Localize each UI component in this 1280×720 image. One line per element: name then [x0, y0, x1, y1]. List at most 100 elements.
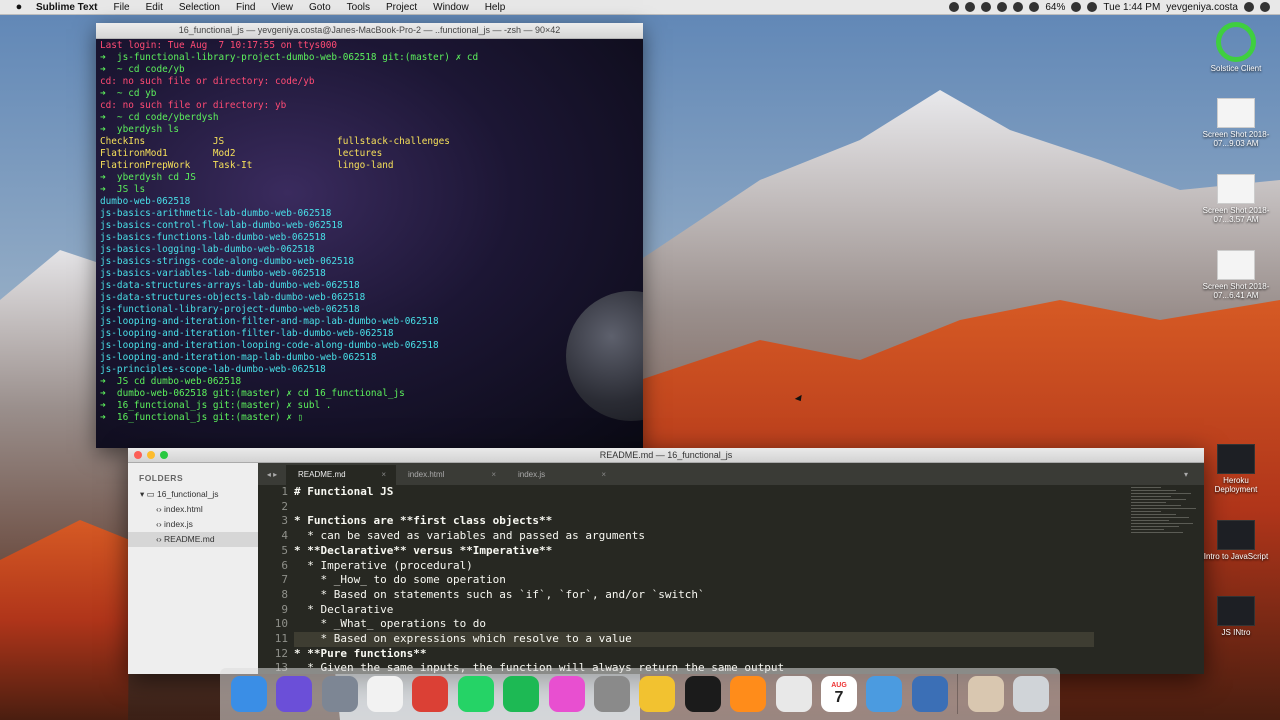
minimize-window-button[interactable]	[147, 451, 155, 459]
tab-label: index.html	[408, 470, 445, 479]
battery-percent[interactable]: 64%	[1045, 2, 1065, 13]
code-editor[interactable]: # Functional JS * Functions are **first …	[294, 485, 1094, 674]
line-number: 12	[274, 646, 288, 660]
terminal-line: ➜ JS ls	[100, 184, 146, 195]
dock-todoist-icon[interactable]	[412, 676, 449, 712]
desktop-icon-screenshot-3[interactable]: Screen Shot 2018-07...6.41 AM	[1201, 250, 1271, 300]
sidebar-file-index-js[interactable]: ‹› index.js	[128, 517, 258, 532]
dock-siri-icon[interactable]	[276, 676, 313, 712]
battery-icon[interactable]	[1071, 2, 1082, 12]
menu-selection[interactable]: Selection	[171, 2, 228, 13]
code-line[interactable]: * Imperative (procedural)	[294, 559, 1094, 574]
tab-readme[interactable]: README.md ×	[286, 465, 396, 485]
dock-whatsapp-icon[interactable]	[457, 676, 494, 712]
screenshot-thumbnail-icon	[1217, 98, 1255, 128]
siri-menubar-icon[interactable]	[1244, 2, 1254, 12]
menu-help[interactable]: Help	[477, 2, 514, 13]
dock-terminal-icon[interactable]	[684, 676, 721, 712]
sidebar-folder[interactable]: ▾ ▭ 16_functional_js	[128, 487, 258, 502]
code-line[interactable]: * _How_ to do some operation	[294, 573, 1094, 588]
sidebar-file-readme[interactable]: ‹› README.md	[128, 532, 258, 547]
dock-launchpad-icon[interactable]	[321, 676, 358, 712]
desktop-icon-solstice[interactable]: Solstice Client	[1201, 22, 1271, 73]
dock-quicktime-icon[interactable]	[911, 676, 948, 712]
sidebar-file-label: index.html	[164, 504, 203, 514]
desktop-icon-screenshot-1[interactable]: Screen Shot 2018-07...9.03 AM	[1201, 98, 1271, 148]
shield-icon[interactable]	[981, 2, 992, 12]
desktop-icon-screenshot-2[interactable]: Screen Shot 2018-07...3.57 AM	[1201, 174, 1271, 224]
sublime-window[interactable]: README.md — 16_functional_js FOLDERS ▾ ▭…	[128, 448, 1204, 674]
close-window-button[interactable]	[134, 451, 142, 459]
code-line[interactable]: * **Pure functions**	[294, 647, 1094, 662]
flag-icon[interactable]	[1087, 2, 1098, 12]
close-icon[interactable]: ×	[601, 465, 606, 485]
desktop-icon-js-intro[interactable]: JS INtro	[1201, 596, 1271, 637]
dock-sublime-text-icon[interactable]	[730, 676, 767, 712]
sublime-title: README.md — 16_functional_js	[599, 450, 733, 460]
desktop-icon-intro-js[interactable]: Intro to JavaScript	[1201, 520, 1271, 561]
apple-icon[interactable]: ●	[12, 1, 26, 13]
menu-view[interactable]: View	[263, 2, 301, 13]
line-number: 5	[281, 543, 288, 557]
dock-alfred-icon[interactable]	[866, 676, 903, 712]
zoom-window-button[interactable]	[160, 451, 168, 459]
line-number: 8	[281, 587, 288, 601]
code-line[interactable]: * **Declarative** versus **Imperative**	[294, 544, 1094, 559]
tab-nav-arrows[interactable]: ◂ ▸	[258, 465, 286, 485]
code-line[interactable]: * _What_ operations to do	[294, 617, 1094, 632]
menu-window[interactable]: Window	[425, 2, 477, 13]
sidebar-file-index-html[interactable]: ‹› index.html	[128, 502, 258, 517]
terminal-line: ➜ 16_functional_js git:(master) ✗ subl .	[100, 400, 332, 411]
code-line[interactable]	[294, 500, 1094, 515]
terminal-line: js-basics-strings-code-along-dumbo-web-0…	[100, 256, 354, 267]
menu-find[interactable]: Find	[228, 2, 263, 13]
dock-itunes-icon[interactable]	[548, 676, 585, 712]
evernote-icon[interactable]	[997, 2, 1008, 12]
close-icon[interactable]: ×	[491, 465, 496, 485]
close-icon[interactable]: ×	[381, 465, 386, 485]
record-icon[interactable]	[949, 2, 960, 12]
tab-index-html[interactable]: index.html ×	[396, 465, 506, 485]
code-line[interactable]: * Based on expressions which resolve to …	[294, 632, 1094, 647]
dock-system-preferences-icon[interactable]	[593, 676, 630, 712]
code-line[interactable]: * Functions are **first class objects**	[294, 514, 1094, 529]
dock-slides-icon[interactable]	[775, 676, 812, 712]
line-number: 9	[281, 602, 288, 616]
menu-project[interactable]: Project	[378, 2, 425, 13]
screenshot-thumbnail-icon	[1217, 596, 1255, 626]
dock-photo-icon[interactable]	[967, 676, 1004, 712]
user-name[interactable]: yevgeniya.costa	[1166, 2, 1238, 13]
notification-center-icon[interactable]	[1260, 2, 1270, 12]
menu-app-name[interactable]: Sublime Text	[26, 2, 106, 13]
terminal-line: js-basics-arithmetic-lab-dumbo-web-06251…	[100, 208, 332, 219]
dock-finder-icon[interactable]	[230, 676, 267, 712]
volume-icon[interactable]	[1029, 2, 1040, 12]
menu-goto[interactable]: Goto	[301, 2, 339, 13]
menu-file[interactable]: File	[106, 2, 138, 13]
terminal-line: Last login: Tue Aug 7 10:17:55 on ttys00…	[100, 40, 338, 51]
line-number: 7	[281, 573, 288, 587]
terminal-line: js-functional-library-project-dumbo-web-…	[100, 304, 360, 315]
terminal-output[interactable]: Last login: Tue Aug 7 10:17:55 on ttys00…	[96, 39, 643, 425]
minimap[interactable]	[1129, 485, 1204, 565]
terminal-window[interactable]: 16_functional_js — yevgeniya.costa@Janes…	[96, 23, 643, 448]
menu-tools[interactable]: Tools	[339, 2, 378, 13]
menu-edit[interactable]: Edit	[138, 2, 171, 13]
code-line[interactable]: * Declarative	[294, 603, 1094, 618]
dropbox-icon[interactable]	[965, 2, 976, 12]
dock-trash-icon[interactable]	[1013, 676, 1050, 712]
desktop-icon-heroku[interactable]: Heroku Deployment	[1201, 444, 1271, 494]
clock[interactable]: Tue 1:44 PM	[1103, 2, 1160, 13]
code-line[interactable]: # Functional JS	[294, 485, 1094, 500]
code-line[interactable]: * can be saved as variables and passed a…	[294, 529, 1094, 544]
dock-chrome-icon[interactable]	[639, 676, 676, 712]
dock-notes-list-icon[interactable]	[366, 676, 403, 712]
code-line[interactable]: * Based on statements such as `if`, `for…	[294, 588, 1094, 603]
terminal-line: js-basics-functions-lab-dumbo-web-062518	[100, 232, 326, 243]
terminal-line: ➜ JS cd dumbo-web-062518	[100, 376, 242, 387]
wifi-icon[interactable]	[1013, 2, 1024, 12]
tab-index-js[interactable]: index.js ×	[506, 465, 616, 485]
dock-calendar-icon[interactable]: AUG 7	[820, 676, 857, 712]
menu-bar: ● Sublime Text File Edit Selection Find …	[0, 0, 1280, 14]
dock-spotify-icon[interactable]	[503, 676, 540, 712]
